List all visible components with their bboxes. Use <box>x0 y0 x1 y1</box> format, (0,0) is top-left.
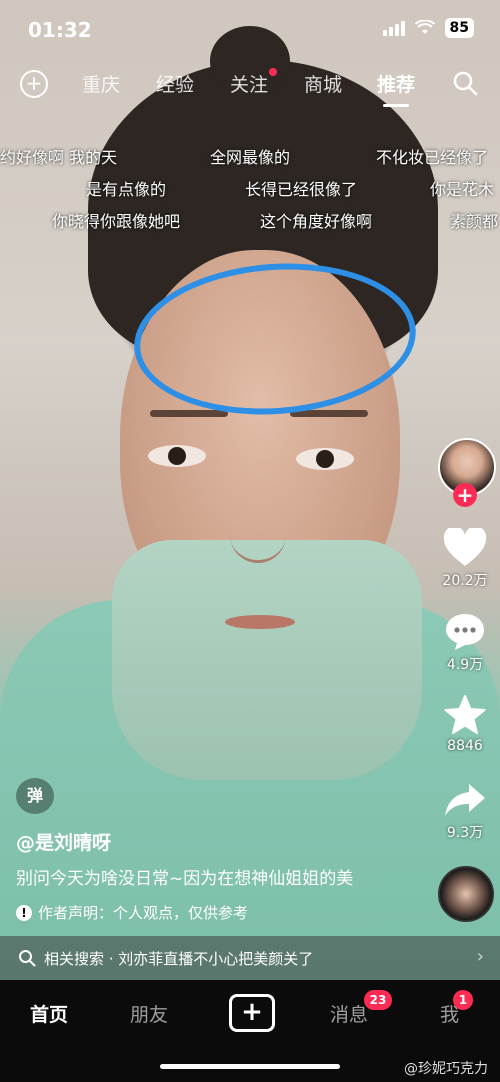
search-icon <box>19 950 36 967</box>
add-icon[interactable]: + <box>20 70 48 98</box>
danmaku-toggle-button[interactable]: 弹 <box>16 778 54 814</box>
tab-friends[interactable]: 朋友 <box>130 1000 168 1027</box>
danmaku-comment: 不化妆已经像了 <box>376 148 489 167</box>
star-icon <box>444 695 486 734</box>
tab-experience[interactable]: 经验 <box>156 70 194 97</box>
related-search-bar[interactable]: 相关搜索 · 刘亦菲直播不小心把美颜关了 › <box>0 936 500 980</box>
wifi-icon <box>414 20 435 34</box>
video-neck-brace <box>112 540 422 780</box>
messages-badge: 23 <box>364 990 392 1010</box>
tab-chongqing[interactable]: 重庆 <box>82 70 120 97</box>
like-button[interactable]: 20.2万 <box>440 528 490 590</box>
battery-indicator: 85 <box>444 18 474 38</box>
disclaimer-text: 作者声明：个人观点，仅供参考 <box>38 904 249 922</box>
chevron-right-icon: › <box>476 946 484 967</box>
status-bar: 01:32 85 <box>0 12 500 48</box>
create-post-button[interactable]: + <box>229 994 275 1032</box>
comment-button[interactable]: 4.9万 <box>440 612 490 674</box>
author-name[interactable]: @是刘晴呀 <box>16 828 111 855</box>
comment-count: 4.9万 <box>446 657 484 673</box>
danmaku-comment: 长得已经很像了 <box>245 180 358 199</box>
danmaku-comment: 这个角度好像啊 <box>260 212 373 231</box>
weibo-watermark: @珍妮巧克力 <box>404 1061 488 1077</box>
tab-messages[interactable]: 消息 <box>330 1000 368 1027</box>
video-brow-left <box>150 410 228 417</box>
comment-icon <box>446 614 484 650</box>
video-feed-screen[interactable]: 01:32 85 + 重庆 经验 关注 商城 推荐 约好像啊 我的天 全网最像的… <box>0 0 500 1082</box>
share-count: 9.3万 <box>446 825 484 841</box>
favorite-count: 8846 <box>447 738 483 754</box>
author-disclaimer: ! 作者声明：个人观点，仅供参考 <box>16 902 248 923</box>
me-badge: 1 <box>453 990 473 1010</box>
status-icons: 85 <box>382 18 474 38</box>
search-icon[interactable] <box>452 70 478 96</box>
heart-icon <box>443 528 487 566</box>
favorite-button[interactable]: 8846 <box>440 694 490 754</box>
tab-recommend[interactable]: 推荐 <box>377 70 415 107</box>
video-eye-right <box>296 448 354 470</box>
related-search-text: 相关搜索 · 刘亦菲直播不小心把美颜关了 <box>44 949 314 968</box>
status-time: 01:32 <box>28 18 92 42</box>
tab-home[interactable]: 首页 <box>30 1000 68 1027</box>
danmaku-comment: 你是花木 <box>430 180 495 199</box>
danmaku-comment: 约好像啊 我的天 <box>0 148 118 167</box>
like-count: 20.2万 <box>442 573 488 589</box>
share-button[interactable]: 9.3万 <box>440 780 490 842</box>
video-eye-left <box>148 445 206 467</box>
info-icon: ! <box>16 904 32 921</box>
video-caption[interactable]: 别问今天为啥没日常~因为在想神仙姐姐的美 <box>16 864 353 889</box>
danmaku-comment: 素颜都 <box>450 212 499 231</box>
following-red-dot <box>269 68 278 76</box>
tab-following[interactable]: 关注 <box>230 68 278 97</box>
tab-following-label: 关注 <box>230 74 269 96</box>
follow-plus-icon[interactable]: + <box>453 483 477 507</box>
share-arrow-icon <box>445 784 485 816</box>
video-mouth <box>225 615 295 629</box>
tab-mall[interactable]: 商城 <box>304 70 342 97</box>
signal-icon <box>382 20 405 36</box>
home-indicator <box>160 1064 340 1069</box>
danmaku-comment: 是有点像的 <box>86 180 167 199</box>
danmaku-comment: 你晓得你跟像她吧 <box>52 212 181 231</box>
music-disc[interactable] <box>438 866 494 922</box>
danmaku-comment: 全网最像的 <box>210 148 291 167</box>
top-nav: + 重庆 经验 关注 商城 推荐 <box>0 66 500 107</box>
